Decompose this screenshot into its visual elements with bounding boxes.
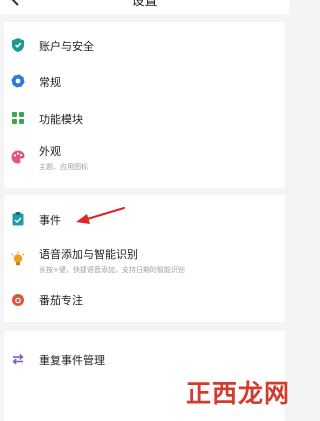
top-bar: 设置 — [0, 0, 289, 14]
shield-icon — [10, 37, 26, 53]
page-title: 设置 — [131, 0, 158, 9]
settings-item-label: 番茄专注 — [39, 294, 83, 307]
grid-icon — [10, 110, 26, 126]
settings-item-label: 语音添加与智能识别 — [39, 248, 138, 261]
settings-item-label: 事件 — [39, 214, 61, 227]
settings-item-subtitle: 长按+键，快捷语音添加，支持日期的智能识别 — [39, 266, 185, 274]
settings-item-repeat-events[interactable]: 重复事件管理 — [4, 344, 285, 374]
settings-item-appearance[interactable]: 外观 主题、应用图标 — [4, 139, 285, 179]
settings-item-subtitle: 主题、应用图标 — [39, 163, 88, 171]
watermark: 正西龙网 — [186, 372, 289, 412]
settings-group-general: 账户与安全 常规 功能模块 外观 主题、应用图标 — [4, 22, 285, 188]
settings-item-label: 功能模块 — [39, 113, 83, 126]
clipboard-icon — [10, 211, 26, 227]
repeat-icon — [10, 351, 26, 367]
annotation-arrow-icon — [76, 206, 126, 224]
tomato-icon — [10, 291, 26, 307]
settings-item-events[interactable]: 事件 — [4, 205, 285, 235]
settings-item-voice-recognition[interactable]: 语音添加与智能识别 长按+键，快捷语音添加，支持日期的智能识别 — [4, 239, 285, 279]
settings-item-modules[interactable]: 功能模块 — [4, 104, 285, 134]
bulb-icon — [10, 251, 26, 267]
settings-item-general[interactable]: 常规 — [4, 67, 285, 97]
gear-icon — [10, 73, 26, 89]
settings-item-pomodoro[interactable]: 番茄专注 — [4, 285, 285, 315]
settings-group-features: 事件 语音添加与智能识别 长按+键，快捷语音添加，支持日期的智能识别 番茄专注 — [4, 195, 285, 322]
settings-item-label: 常规 — [39, 76, 61, 89]
settings-item-label: 重复事件管理 — [39, 354, 105, 367]
palette-icon — [10, 149, 26, 165]
watermark-text: 正西龙网 — [186, 379, 291, 408]
settings-item-label: 外观 — [39, 145, 61, 158]
settings-item-label: 账户与安全 — [39, 40, 94, 53]
settings-item-account-security[interactable]: 账户与安全 — [4, 30, 285, 60]
